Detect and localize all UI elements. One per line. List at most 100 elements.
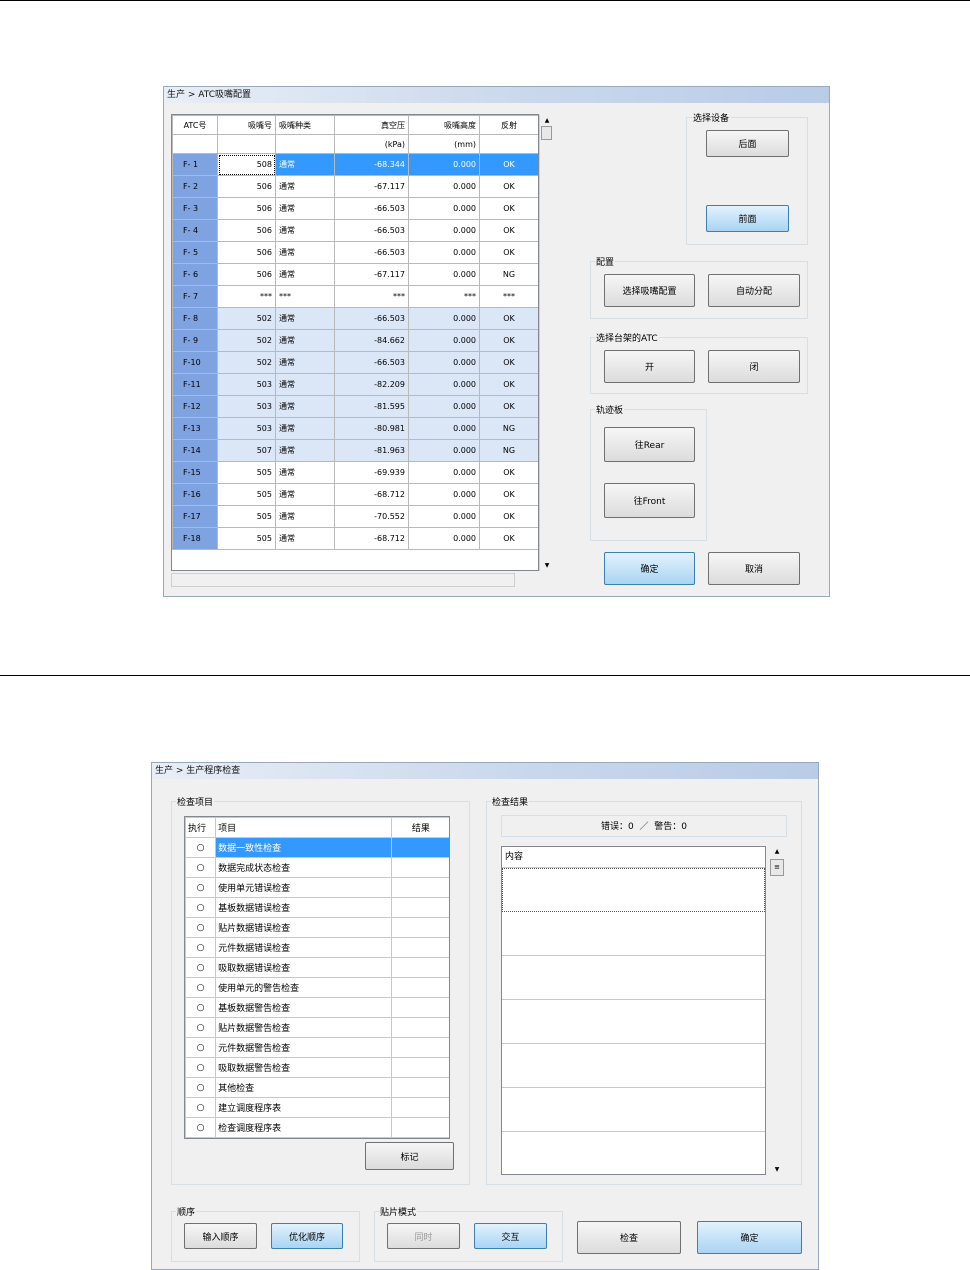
col-vacuum[interactable]: 真空压 — [334, 115, 409, 135]
col-item[interactable]: 项目 — [215, 817, 392, 838]
table-row[interactable]: F- 8 502 通常 -66.503 0.000 OK — [172, 307, 538, 330]
vacuum-cell[interactable]: -82.209 — [334, 373, 409, 396]
exec-radio-icon[interactable]: ○ — [185, 957, 217, 978]
type-cell[interactable]: 通常 — [275, 461, 335, 484]
reflect-cell[interactable]: OK — [479, 307, 538, 330]
type-cell[interactable]: 通常 — [275, 175, 335, 198]
list-item[interactable]: ○ 贴片数据错误检查 — [185, 917, 449, 938]
reflect-cell[interactable]: OK — [479, 483, 538, 506]
table-row[interactable]: F-18 505 通常 -68.712 0.000 OK — [172, 527, 538, 550]
list-item[interactable]: ○ 贴片数据警告检查 — [185, 1017, 449, 1038]
mark-button[interactable]: 标记 — [365, 1142, 454, 1170]
reflect-cell[interactable]: NG — [479, 439, 538, 462]
content-header[interactable]: 内容 — [502, 847, 765, 868]
atc-cell[interactable]: F- 4 — [172, 219, 218, 242]
atc-cell[interactable]: F-15 — [172, 461, 218, 484]
type-cell[interactable]: 通常 — [275, 219, 335, 242]
table-row[interactable]: F- 3 506 通常 -66.503 0.000 OK — [172, 197, 538, 220]
vacuum-cell[interactable]: -66.503 — [334, 351, 409, 374]
height-cell[interactable]: 0.000 — [408, 505, 480, 528]
results-vertical-scrollbar[interactable]: ▲ ≡ ▼ — [768, 846, 786, 1175]
reflect-cell[interactable]: OK — [479, 329, 538, 352]
vacuum-cell[interactable]: -68.344 — [334, 153, 409, 176]
reflect-cell[interactable]: OK — [479, 527, 538, 550]
list-item[interactable]: ○ 吸取数据错误检查 — [185, 957, 449, 978]
type-cell[interactable]: 通常 — [275, 439, 335, 462]
result-row[interactable] — [502, 1132, 765, 1174]
nozzle-cell[interactable]: 502 — [217, 307, 276, 330]
ok-button[interactable]: 确定 — [604, 552, 695, 585]
table-row[interactable]: F- 2 506 通常 -67.117 0.000 OK — [172, 175, 538, 198]
reflect-cell[interactable]: OK — [479, 395, 538, 418]
table-row[interactable]: F- 9 502 通常 -84.662 0.000 OK — [172, 329, 538, 352]
select-nozzle-config-button[interactable]: 选择吸嘴配置 — [604, 274, 695, 307]
list-item[interactable]: ○ 基板数据警告检查 — [185, 997, 449, 1018]
type-cell[interactable]: 通常 — [275, 417, 335, 440]
confirm-button[interactable]: 确定 — [697, 1221, 802, 1254]
vacuum-cell[interactable]: -66.503 — [334, 219, 409, 242]
atc-cell[interactable]: F- 6 — [172, 263, 218, 286]
height-cell[interactable]: 0.000 — [408, 329, 480, 352]
height-cell[interactable]: 0.000 — [408, 527, 480, 550]
exec-radio-icon[interactable]: ○ — [185, 1017, 217, 1038]
col-result[interactable]: 结果 — [390, 817, 449, 838]
result-row[interactable] — [502, 956, 765, 1000]
exec-radio-icon[interactable]: ○ — [185, 1097, 217, 1118]
list-item[interactable]: ○ 数据完成状态检查 — [185, 857, 449, 878]
result-row[interactable] — [502, 1000, 765, 1044]
table-row[interactable]: F-12 503 通常 -81.595 0.000 OK — [172, 395, 538, 418]
cancel-button[interactable]: 取消 — [708, 552, 800, 585]
table-row[interactable]: F-10 502 通常 -66.503 0.000 OK — [172, 351, 538, 374]
list-item[interactable]: ○ 使用单元错误检查 — [185, 877, 449, 898]
vacuum-cell[interactable]: -67.117 — [334, 175, 409, 198]
list-item[interactable]: ○ 元件数据错误检查 — [185, 937, 449, 958]
atc-cell[interactable]: F-10 — [172, 351, 218, 374]
nozzle-cell[interactable]: 505 — [217, 505, 276, 528]
exec-radio-icon[interactable]: ○ — [185, 837, 217, 858]
vacuum-cell[interactable]: -81.963 — [334, 439, 409, 462]
reflect-cell[interactable]: OK — [479, 153, 538, 176]
exec-radio-icon[interactable]: ○ — [185, 877, 217, 898]
height-cell[interactable]: 0.000 — [408, 241, 480, 264]
reflect-cell[interactable]: NG — [479, 263, 538, 286]
nozzle-cell[interactable]: 506 — [217, 241, 276, 264]
type-cell[interactable]: 通常 — [275, 153, 335, 176]
type-cell[interactable]: 通常 — [275, 483, 335, 506]
open-button[interactable]: 开 — [604, 350, 695, 383]
vacuum-cell[interactable]: -66.503 — [334, 241, 409, 264]
nozzle-cell[interactable]: 505 — [217, 527, 276, 550]
reflect-cell[interactable]: OK — [479, 373, 538, 396]
height-cell[interactable]: 0.000 — [408, 219, 480, 242]
list-item[interactable]: ○ 使用单元的警告检查 — [185, 977, 449, 998]
atc-cell[interactable]: F- 7 — [172, 285, 218, 308]
table-row[interactable]: F- 5 506 通常 -66.503 0.000 OK — [172, 241, 538, 264]
exec-radio-icon[interactable]: ○ — [185, 1077, 217, 1098]
col-nozzle[interactable]: 吸嘴号 — [217, 115, 276, 135]
atc-cell[interactable]: F-13 — [172, 417, 218, 440]
list-item[interactable]: ○ 检查调度程序表 — [185, 1117, 449, 1138]
nozzle-cell[interactable]: 506 — [217, 175, 276, 198]
type-cell[interactable]: 通常 — [275, 351, 335, 374]
type-cell[interactable]: 通常 — [275, 197, 335, 220]
vacuum-cell[interactable]: -67.117 — [334, 263, 409, 286]
type-cell[interactable]: 通常 — [275, 241, 335, 264]
front-button[interactable]: 前面 — [706, 205, 789, 232]
exec-radio-icon[interactable]: ○ — [185, 977, 217, 998]
atc-cell[interactable]: F-18 — [172, 527, 218, 550]
scroll-up-arrow-icon[interactable]: ▲ — [768, 848, 786, 855]
height-cell[interactable]: 0.000 — [408, 483, 480, 506]
table-row[interactable]: F-16 505 通常 -68.712 0.000 OK — [172, 483, 538, 506]
table-row[interactable]: F-11 503 通常 -82.209 0.000 OK — [172, 373, 538, 396]
list-item[interactable]: ○ 建立调度程序表 — [185, 1097, 449, 1118]
reflect-cell[interactable]: OK — [479, 505, 538, 528]
nozzle-cell[interactable]: *** — [217, 285, 276, 308]
type-cell[interactable]: 通常 — [275, 395, 335, 418]
height-cell[interactable]: 0.000 — [408, 153, 480, 176]
nozzle-cell[interactable]: 505 — [217, 483, 276, 506]
vacuum-cell[interactable]: -66.503 — [334, 197, 409, 220]
atc-cell[interactable]: F-11 — [172, 373, 218, 396]
table-row[interactable]: F-17 505 通常 -70.552 0.000 OK — [172, 505, 538, 528]
reflect-cell[interactable]: OK — [479, 241, 538, 264]
type-cell[interactable]: 通常 — [275, 263, 335, 286]
simultaneous-button[interactable]: 同时 — [387, 1223, 460, 1249]
